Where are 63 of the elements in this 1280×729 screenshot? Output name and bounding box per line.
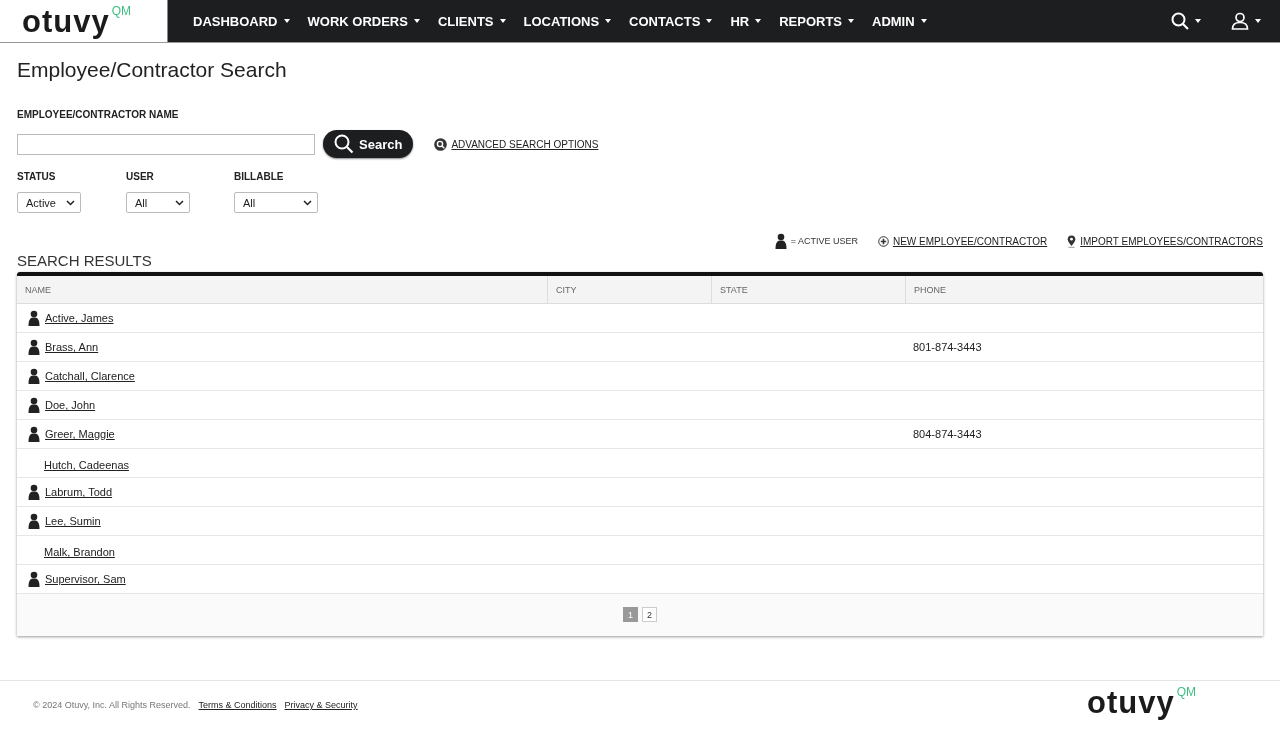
column-header: CITY <box>547 276 711 303</box>
dropdown[interactable]: All <box>126 192 190 213</box>
employee-link[interactable]: Malk, Brandon <box>44 546 115 558</box>
user-icon <box>1231 12 1249 30</box>
legend-text: = ACTIVE USER <box>790 236 858 246</box>
page-title: Employee/Contractor Search <box>17 58 288 82</box>
search-icon <box>434 137 448 151</box>
person-icon <box>774 233 787 249</box>
advanced-search-link[interactable]: ADVANCED SEARCH OPTIONS <box>451 138 599 150</box>
nav-menu-item[interactable]: WORK ORDERS <box>298 0 429 42</box>
page-button[interactable]: 2 <box>642 607 657 622</box>
nav-menu-item[interactable]: ADMIN <box>863 0 936 42</box>
caret-icon <box>283 19 290 23</box>
caret-icon <box>706 19 713 23</box>
name-input-field[interactable] <box>17 133 315 155</box>
search-icon <box>334 134 354 154</box>
nav-menu-item[interactable]: HR <box>721 0 771 42</box>
field-label: BILLABLE <box>234 171 285 182</box>
nav-menu-item[interactable]: DASHBOARD <box>184 0 299 42</box>
footer-link[interactable]: Privacy & Security <box>284 700 358 710</box>
dropdown[interactable]: Active <box>17 192 81 213</box>
employee-link[interactable]: Lee, Sumin <box>45 515 101 527</box>
phone-number: 804-874-3443 <box>913 428 982 440</box>
caret-icon <box>848 19 854 23</box>
nav-menu-item[interactable]: CONTACTS <box>620 0 722 42</box>
nav-menu-item[interactable]: LOCATIONS <box>514 0 621 42</box>
employee-link[interactable]: Hutch, Cadeenas <box>44 459 129 471</box>
caret-icon <box>499 19 506 23</box>
chevron-down-icon <box>303 199 312 206</box>
action-link[interactable]: IMPORT EMPLOYEES/CONTRACTORS <box>1080 235 1263 247</box>
map-pin-icon <box>1067 234 1077 248</box>
search-button[interactable]: Search <box>323 130 414 158</box>
search-icon <box>1171 12 1189 30</box>
employee-link[interactable]: Supervisor, Sam <box>45 573 126 585</box>
column-header: PHONE <box>905 276 1263 303</box>
field-label: USER <box>126 171 155 182</box>
column-header: STATE <box>711 276 905 303</box>
employee-link[interactable]: Active, James <box>45 312 114 324</box>
employee-link[interactable]: Labrum, Todd <box>45 486 113 498</box>
employee-link[interactable]: Greer, Maggie <box>45 428 115 440</box>
footer-link[interactable]: Terms & Conditions <box>198 700 277 710</box>
caret-icon <box>605 19 612 23</box>
copyright-text: © 2024 Otuvy, Inc. All Rights Reserved. <box>33 700 191 710</box>
caret-icon <box>920 19 927 23</box>
section-title: SEARCH RESULTS <box>17 252 153 269</box>
column-header: NAME <box>24 283 52 297</box>
field-label: STATUS <box>17 171 57 182</box>
plus-circle-icon <box>877 235 889 247</box>
nav-menu-item[interactable]: CLIENTS <box>428 0 515 42</box>
employee-link[interactable]: Catchall, Clarence <box>45 370 135 382</box>
action-link[interactable]: NEW EMPLOYEE/CONTRACTOR <box>892 235 1048 247</box>
phone-number: 801-874-3443 <box>913 341 982 353</box>
nav-menu-item[interactable]: REPORTS <box>770 0 863 42</box>
chevron-down-icon <box>66 199 75 206</box>
dropdown[interactable]: All <box>234 192 318 213</box>
chevron-down-icon <box>175 199 184 206</box>
employee-link[interactable]: Brass, Ann <box>45 341 99 353</box>
caret-icon <box>1255 19 1261 23</box>
caret-icon <box>1195 19 1201 23</box>
field-label: EMPLOYEE/CONTRACTOR NAME <box>17 109 180 120</box>
employee-link[interactable]: Doe, John <box>45 399 96 411</box>
caret-icon <box>755 19 762 23</box>
caret-icon <box>413 19 420 23</box>
